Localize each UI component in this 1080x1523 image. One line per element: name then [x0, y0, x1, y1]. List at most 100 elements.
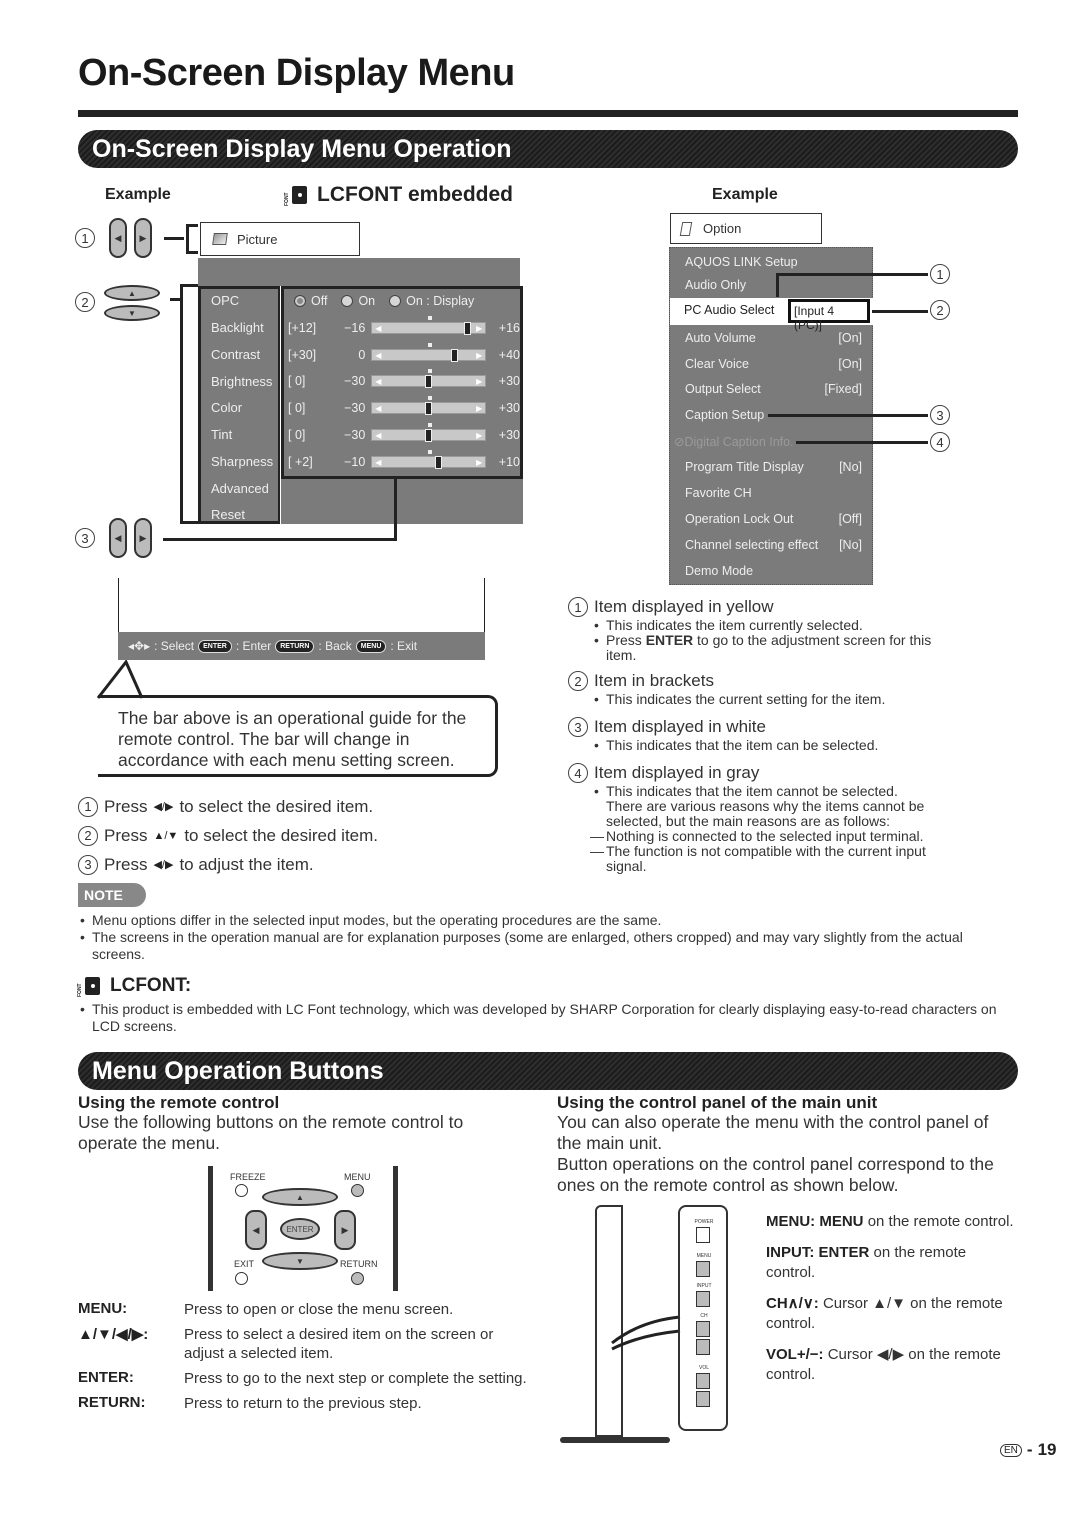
slider-thumb[interactable]: [424, 428, 432, 442]
right-arrow-icon: ▶: [476, 457, 483, 467]
slider-row-backlight[interactable]: [+12] −16 ◀ ▶ +16: [288, 316, 520, 335]
panel-vol-up-button[interactable]: [696, 1373, 710, 1389]
menu-item-brightness[interactable]: Brightness: [211, 374, 272, 389]
slider-center-mark: [428, 369, 433, 374]
remote-button-definitions: MENU: Press to open or close the menu scr…: [78, 1300, 538, 1419]
option-item-channel-effect[interactable]: Channel selecting effect [No]: [685, 538, 862, 552]
option-item-program-title[interactable]: Program Title Display [No]: [685, 460, 862, 474]
menu-item-reset[interactable]: Reset: [211, 507, 245, 522]
right-arrow-icon: ▶: [476, 324, 483, 333]
language-badge: EN: [1000, 1443, 1022, 1457]
page-number-separator: -: [1026, 1440, 1033, 1459]
panel-zoom-lines: [611, 1315, 681, 1351]
slider-track[interactable]: ◀ ▶: [371, 342, 487, 362]
callout-3-line-right: [768, 414, 928, 417]
freeze-button[interactable]: [235, 1184, 248, 1197]
slider-thumb[interactable]: [464, 322, 472, 335]
menu-label: MENU: [344, 1172, 371, 1182]
panel-vol-down-button[interactable]: [696, 1391, 710, 1407]
slider-thumb[interactable]: [424, 375, 432, 389]
option-item-clear-voice[interactable]: Clear Voice [On]: [685, 357, 862, 371]
callout-2-marker-right: 2: [930, 300, 950, 320]
option-item-output-select[interactable]: Output Select [Fixed]: [685, 382, 862, 396]
slider-track[interactable]: ◀ ▶: [371, 422, 487, 442]
guide-enter: : Enter: [235, 639, 272, 653]
max-value: +10: [498, 454, 520, 469]
slider-center-mark: [428, 342, 433, 347]
option-item-auto-volume[interactable]: Auto Volume [On]: [685, 331, 862, 345]
left-right-arrows-icon: ◀/▶: [153, 859, 174, 871]
menu-item-tint[interactable]: Tint: [211, 427, 232, 442]
opc-option-off[interactable]: Off: [294, 294, 327, 308]
enter-button[interactable]: ENTER: [280, 1218, 320, 1240]
right-button[interactable]: ▶: [334, 1210, 356, 1250]
slider-row-contrast[interactable]: [+30] 0 ◀ ▶ +40: [288, 342, 520, 362]
callout-3-line: [163, 538, 397, 541]
tv-side-illustration: POWER MENU INPUT CH VOL: [560, 1205, 750, 1445]
step-1: 1 Press ◀/▶ to select the desired item.: [78, 792, 378, 821]
control-panel: POWER MENU INPUT CH VOL: [678, 1205, 728, 1431]
osd-lower-area: [281, 479, 523, 524]
left-arrow-icon: ◀: [375, 377, 382, 387]
exit-label: EXIT: [234, 1259, 255, 1269]
slider-row-sharpness[interactable]: [ +2] −10 ◀ ▶ +10: [288, 449, 520, 469]
max-value: +30: [498, 427, 520, 442]
power-button[interactable]: [696, 1227, 710, 1243]
option-item-pc-audio-select[interactable]: PC Audio Select [Input 4 (PC)]: [670, 298, 874, 332]
section-header-osd-operation: On-Screen Display Menu Operation: [78, 130, 1018, 168]
min-value: −30: [344, 427, 366, 442]
panel-ch-down-button[interactable]: [696, 1339, 710, 1355]
menu-item-color[interactable]: Color: [211, 400, 242, 415]
left-button[interactable]: ◀: [245, 1210, 267, 1250]
option-item-aquos-link[interactable]: AQUOS LINK Setup: [685, 255, 862, 269]
slider-row-brightness[interactable]: [ 0] −30 ◀ ▶ +30: [288, 369, 520, 389]
option-item-favorite-ch[interactable]: Favorite CH: [685, 486, 862, 500]
down-button[interactable]: ▼: [262, 1252, 338, 1270]
remote-heading: Using the remote control: [78, 1093, 280, 1112]
page-title: On-Screen Display Menu: [78, 52, 515, 94]
menu-button[interactable]: [351, 1184, 364, 1197]
right-key-icon: ▶: [134, 218, 152, 258]
up-key-icon: ▲: [104, 285, 160, 301]
exit-button[interactable]: [235, 1272, 248, 1285]
example-label-right: Example: [712, 186, 778, 203]
panel-heading: Using the control panel of the main unit: [557, 1093, 878, 1112]
lcfont-icon: FONT: [77, 975, 100, 997]
panel-input-button[interactable]: [696, 1291, 710, 1307]
menu-item-sharpness[interactable]: Sharpness: [211, 454, 273, 469]
slider-row-tint[interactable]: [ 0] −30 ◀ ▶ +30: [288, 422, 520, 442]
callout-2-line-right: [872, 310, 928, 313]
lcfont-note: This product is embedded with LC Font te…: [78, 1001, 1018, 1035]
option-item-demo-mode[interactable]: Demo Mode: [685, 564, 862, 578]
slider-row-color[interactable]: [ 0] −30 ◀ ▶ +30: [288, 396, 520, 416]
menu-item-backlight[interactable]: Backlight: [211, 320, 264, 335]
slider-track[interactable]: ◀ ▶: [371, 369, 487, 389]
callout-3-connector: [394, 479, 397, 541]
option-item-operation-lock[interactable]: Operation Lock Out [Off]: [685, 512, 862, 526]
step-3: 3 Press ◀/▶ to adjust the item.: [78, 850, 378, 879]
panel-ch-up-button[interactable]: [696, 1321, 710, 1337]
guide-select: : Select: [154, 639, 195, 653]
slider-track[interactable]: ◀ ▶: [371, 316, 487, 335]
current-value: [+30]: [288, 347, 317, 362]
current-value: [ 0]: [288, 427, 306, 442]
slider-thumb[interactable]: [435, 455, 443, 469]
step-2: 2 Press ▲/▼ to select the desired item.: [78, 821, 378, 850]
osd-header: [198, 258, 520, 286]
up-button[interactable]: ▲: [262, 1188, 338, 1206]
slider-thumb[interactable]: [451, 348, 459, 362]
option-item-audio-only[interactable]: Audio Only: [685, 278, 862, 292]
return-button[interactable]: [351, 1272, 364, 1285]
menu-item-contrast[interactable]: Contrast: [211, 347, 260, 362]
menu-item-opc[interactable]: OPC: [211, 293, 239, 308]
panel-button-definitions: MENU: MENU on the remote control. INPUT:…: [766, 1212, 1016, 1396]
slider-track[interactable]: ◀ ▶: [371, 449, 487, 469]
current-value: [+12]: [288, 321, 317, 335]
min-value: −30: [344, 401, 366, 416]
slider-thumb[interactable]: [424, 402, 432, 416]
opc-option-on-display[interactable]: On : Display: [389, 294, 474, 308]
panel-menu-button[interactable]: [696, 1261, 710, 1277]
slider-track[interactable]: ◀ ▶: [371, 396, 487, 416]
menu-item-advanced[interactable]: Advanced: [211, 481, 269, 496]
opc-option-on[interactable]: On: [341, 294, 375, 308]
